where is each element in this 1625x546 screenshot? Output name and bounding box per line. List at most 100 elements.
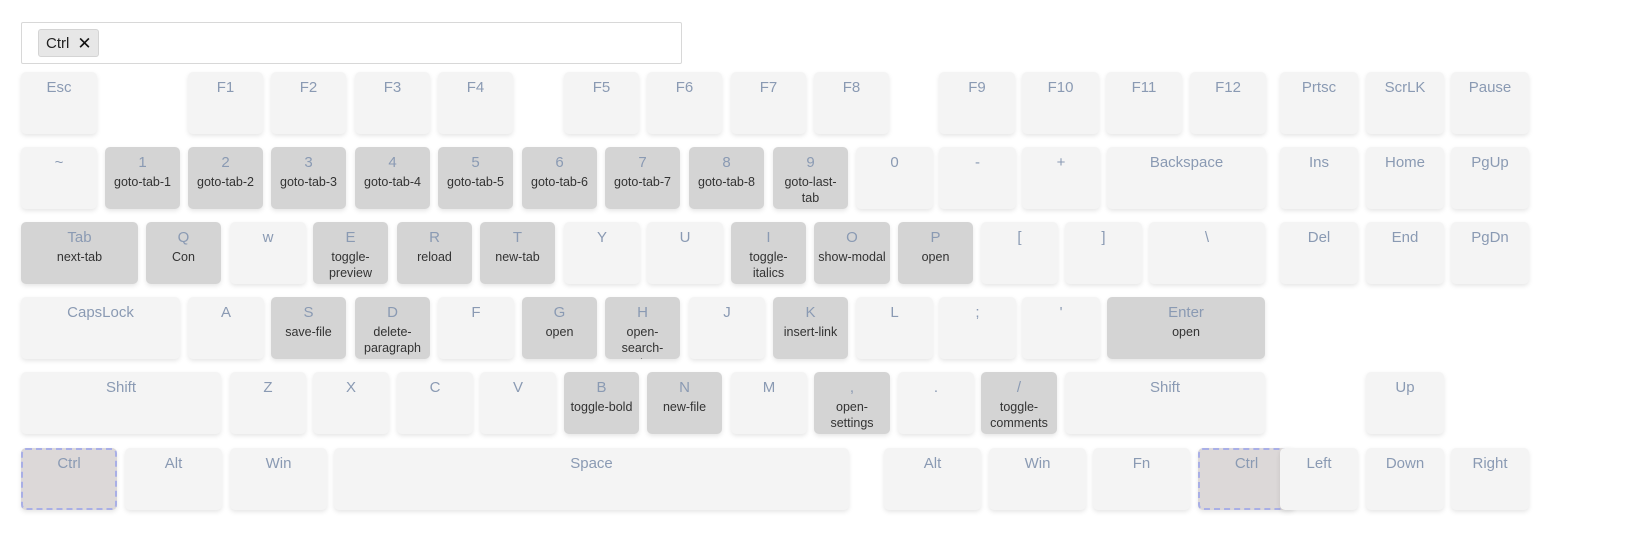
key-label: . xyxy=(933,379,939,396)
key-fn[interactable]: Fn xyxy=(1093,448,1190,510)
key-f3[interactable]: F3 xyxy=(355,72,430,134)
key-label: , xyxy=(849,379,855,396)
key-d[interactable]: Ddelete-paragraph xyxy=(355,297,430,359)
key-action: toggle-preview xyxy=(328,250,373,280)
key-f6[interactable]: F6 xyxy=(647,72,722,134)
key-f10[interactable]: F10 xyxy=(1022,72,1099,134)
key-semicolon[interactable]: ; xyxy=(939,297,1016,359)
key-tilde[interactable]: ~ xyxy=(21,147,97,209)
key-rbracket[interactable]: ] xyxy=(1065,222,1142,284)
key-8[interactable]: 8 goto-tab-8 xyxy=(689,147,764,209)
key-minus[interactable]: - xyxy=(939,147,1016,209)
key-prtsc[interactable]: Prtsc xyxy=(1280,72,1358,134)
key-f9[interactable]: F9 xyxy=(939,72,1015,134)
key-lwin[interactable]: Win xyxy=(230,448,327,510)
key-4[interactable]: 4 goto-tab-4 xyxy=(355,147,430,209)
key-pgup[interactable]: PgUp xyxy=(1451,147,1529,209)
key-backslash[interactable]: \ xyxy=(1149,222,1265,284)
key-backspace[interactable]: Backspace xyxy=(1107,147,1266,209)
key-n[interactable]: Nnew-file xyxy=(647,372,722,434)
key-comma[interactable]: , open-settings xyxy=(814,372,890,434)
key-m[interactable]: M xyxy=(731,372,807,434)
key-label: Shift xyxy=(1149,379,1180,396)
key-l[interactable]: L xyxy=(856,297,933,359)
key-6[interactable]: 6 goto-tab-6 xyxy=(522,147,597,209)
key-label: ' xyxy=(1059,304,1063,321)
key-a[interactable]: A xyxy=(188,297,264,359)
key-p[interactable]: Popen xyxy=(898,222,973,284)
key-2[interactable]: 2 goto-tab-2 xyxy=(188,147,263,209)
key-plus[interactable]: + xyxy=(1022,147,1100,209)
key-r[interactable]: Rreload xyxy=(397,222,472,284)
key-3[interactable]: 3 goto-tab-3 xyxy=(271,147,346,209)
key-t[interactable]: Tnew-tab xyxy=(480,222,555,284)
key-left[interactable]: Left xyxy=(1280,448,1358,510)
key-y[interactable]: Y xyxy=(564,222,640,284)
key-label: S xyxy=(303,304,314,321)
key-9[interactable]: 9 goto-last-tab xyxy=(773,147,848,209)
key-j[interactable]: J xyxy=(689,297,765,359)
key-pgdn[interactable]: PgDn xyxy=(1451,222,1529,284)
key-ins[interactable]: Ins xyxy=(1280,147,1358,209)
key-f11[interactable]: F11 xyxy=(1106,72,1182,134)
key-f5[interactable]: F5 xyxy=(564,72,639,134)
key-label: Esc xyxy=(46,79,72,96)
key-pause[interactable]: Pause xyxy=(1451,72,1529,134)
key-i[interactable]: Itoggle-italics xyxy=(731,222,806,284)
key-w[interactable]: w xyxy=(230,222,306,284)
key-x[interactable]: X xyxy=(313,372,389,434)
key-slash[interactable]: / toggle-comments xyxy=(981,372,1057,434)
key-period[interactable]: . xyxy=(898,372,974,434)
key-s[interactable]: Ssave-file xyxy=(271,297,346,359)
key-1[interactable]: 1 goto-tab-1 xyxy=(105,147,180,209)
key-z[interactable]: Z xyxy=(230,372,306,434)
key-end[interactable]: End xyxy=(1366,222,1444,284)
key-right[interactable]: Right xyxy=(1451,448,1529,510)
key-f1[interactable]: F1 xyxy=(188,72,263,134)
key-del[interactable]: Del xyxy=(1280,222,1358,284)
key-enter[interactable]: Enter open xyxy=(1107,297,1265,359)
key-f8[interactable]: F8 xyxy=(814,72,889,134)
key-q[interactable]: Q Con xyxy=(146,222,221,284)
key-capslock[interactable]: CapsLock xyxy=(21,297,180,359)
key-rwin[interactable]: Win xyxy=(989,448,1086,510)
key-tab[interactable]: Tab next-tab xyxy=(21,222,138,284)
key-e[interactable]: Etoggle-preview xyxy=(313,222,388,284)
key-rshift[interactable]: Shift xyxy=(1065,372,1265,434)
key-lshift[interactable]: Shift xyxy=(21,372,221,434)
key-f[interactable]: F xyxy=(438,297,514,359)
key-space[interactable]: Space xyxy=(334,448,849,510)
key-label: Fn xyxy=(1132,455,1151,472)
key-home[interactable]: Home xyxy=(1366,147,1444,209)
key-up[interactable]: Up xyxy=(1366,372,1444,434)
key-0[interactable]: 0 xyxy=(856,147,933,209)
key-label: Del xyxy=(1307,229,1331,246)
key-scrlk[interactable]: ScrLK xyxy=(1366,72,1444,134)
key-action: new-file xyxy=(662,400,707,414)
key-v[interactable]: V xyxy=(480,372,556,434)
key-down[interactable]: Down xyxy=(1366,448,1444,510)
key-h[interactable]: Hopen-search-replace xyxy=(605,297,680,359)
key-f7[interactable]: F7 xyxy=(731,72,806,134)
key-esc[interactable]: Esc xyxy=(21,72,97,134)
key-f12[interactable]: F12 xyxy=(1190,72,1266,134)
key-u[interactable]: U xyxy=(647,222,723,284)
key-g[interactable]: Gopen xyxy=(522,297,597,359)
key-label: K xyxy=(805,304,816,321)
key-label: T xyxy=(512,229,523,246)
key-c[interactable]: C xyxy=(397,372,473,434)
key-f2[interactable]: F2 xyxy=(271,72,346,134)
key-lctrl[interactable]: Ctrl xyxy=(21,448,117,510)
key-f4[interactable]: F4 xyxy=(438,72,513,134)
key-action: open xyxy=(921,250,950,264)
key-7[interactable]: 7 goto-tab-7 xyxy=(605,147,680,209)
key-lalt[interactable]: Alt xyxy=(125,448,222,510)
key-quote[interactable]: ' xyxy=(1022,297,1100,359)
key-k[interactable]: Kinsert-link xyxy=(773,297,848,359)
key-o[interactable]: Oshow-modal xyxy=(814,222,890,284)
key-label: F9 xyxy=(968,79,986,96)
key-ralt[interactable]: Alt xyxy=(884,448,981,510)
key-b[interactable]: Btoggle-bold xyxy=(564,372,639,434)
key-lbracket[interactable]: [ xyxy=(981,222,1058,284)
key-5[interactable]: 5 goto-tab-5 xyxy=(438,147,513,209)
